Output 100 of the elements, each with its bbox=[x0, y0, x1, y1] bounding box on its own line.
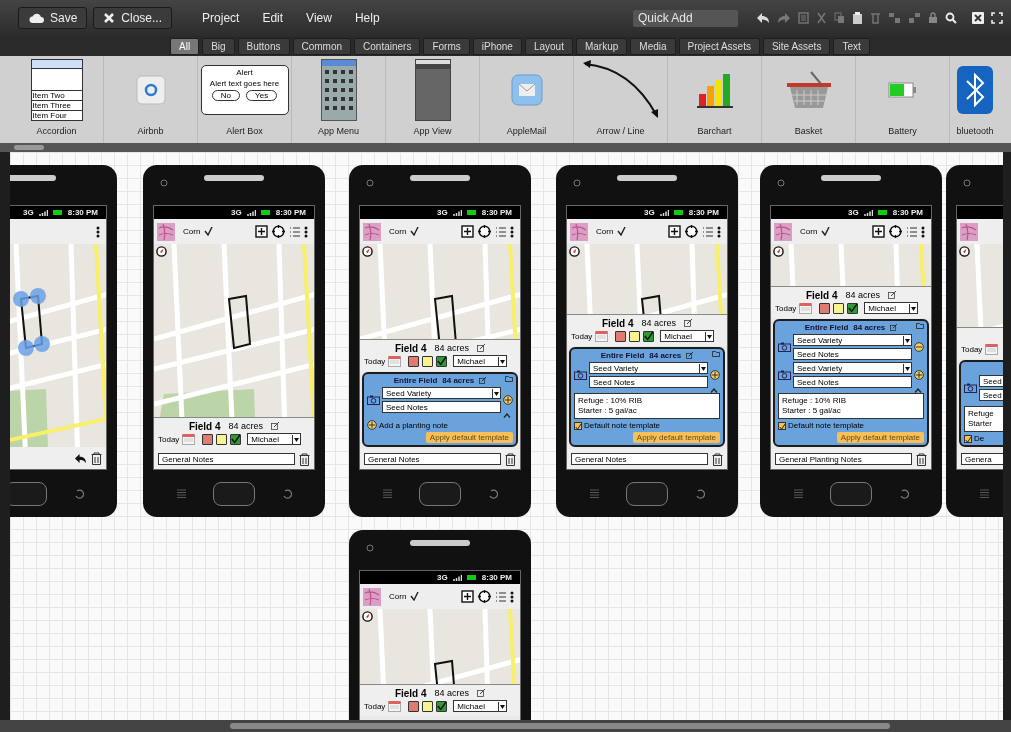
status-swatch[interactable] bbox=[615, 330, 627, 342]
status-swatch[interactable] bbox=[408, 355, 420, 367]
general-notes-field[interactable]: General Notes bbox=[158, 453, 295, 465]
back-key-icon[interactable] bbox=[281, 488, 292, 499]
add-icon[interactable] bbox=[668, 225, 681, 238]
general-notes-field[interactable]: General Notes bbox=[571, 453, 708, 465]
trash-icon[interactable] bbox=[91, 451, 102, 465]
menu-dots-icon[interactable] bbox=[921, 225, 925, 238]
category-tab[interactable]: Text bbox=[833, 37, 870, 55]
locate-icon[interactable] bbox=[478, 590, 491, 603]
person-dropdown[interactable]: Michael bbox=[453, 355, 508, 367]
category-tab[interactable]: Buttons bbox=[237, 37, 290, 55]
menu-item[interactable]: Project bbox=[202, 11, 240, 25]
calendar-icon[interactable] bbox=[182, 433, 196, 445]
note-text-area[interactable]: Refuge : 10% RIB Starter : 5 gal/ac bbox=[778, 393, 924, 419]
menu-dots-icon[interactable] bbox=[510, 225, 514, 238]
checkbox[interactable] bbox=[778, 421, 786, 430]
person-dropdown[interactable]: Michael bbox=[864, 302, 919, 314]
apply-template-button[interactable]: Apply default template bbox=[632, 432, 720, 443]
checkbox[interactable] bbox=[574, 421, 582, 430]
trash-icon[interactable] bbox=[299, 452, 310, 466]
seed-notes-field[interactable]: Seed bbox=[979, 389, 1003, 401]
general-notes-field[interactable]: General Planting Notes bbox=[775, 453, 912, 465]
crop-dropdown[interactable]: Corn bbox=[389, 592, 407, 601]
note-text-area[interactable]: Refuge Starter bbox=[964, 406, 1003, 432]
phone-mockup[interactable]: 3G 8:30 PM bbox=[10, 165, 117, 517]
category-tab[interactable]: Big bbox=[202, 37, 235, 55]
add-note-link[interactable]: Add a planting note bbox=[379, 420, 448, 430]
apply-template-button[interactable]: Apply default template bbox=[425, 432, 513, 443]
phone-mockup[interactable] bbox=[760, 165, 942, 517]
edit-icon[interactable] bbox=[477, 689, 486, 697]
home-button[interactable] bbox=[625, 481, 668, 506]
menu-key-icon[interactable] bbox=[176, 488, 186, 499]
menu-key-icon[interactable] bbox=[589, 488, 599, 499]
home-button[interactable] bbox=[418, 481, 461, 506]
edit-icon[interactable] bbox=[888, 291, 897, 299]
add-circle-icon[interactable] bbox=[710, 370, 720, 380]
collapse-caret-icon[interactable] bbox=[710, 388, 718, 393]
category-tab[interactable]: Media bbox=[630, 37, 676, 55]
remove-circle-icon[interactable] bbox=[914, 342, 924, 352]
back-key-icon[interactable] bbox=[694, 488, 705, 499]
library-item[interactable]: Airbnb bbox=[104, 56, 198, 143]
edit-icon[interactable] bbox=[479, 376, 487, 384]
seed-variety-dropdown[interactable]: Seed Variety bbox=[589, 362, 708, 374]
camera-icon[interactable] bbox=[778, 370, 791, 380]
general-notes-field[interactable]: Genera bbox=[961, 453, 1003, 465]
status-swatch[interactable] bbox=[436, 355, 448, 367]
folder-icon[interactable] bbox=[505, 375, 513, 382]
add-circle-icon[interactable] bbox=[914, 370, 924, 380]
locate-icon[interactable] bbox=[478, 225, 491, 238]
menu-dots-icon[interactable] bbox=[510, 590, 514, 603]
status-swatch[interactable] bbox=[202, 433, 214, 445]
category-tab[interactable]: Common bbox=[292, 37, 352, 55]
compass-icon[interactable] bbox=[362, 611, 373, 622]
status-swatch[interactable] bbox=[847, 302, 859, 314]
status-swatch[interactable] bbox=[422, 700, 434, 712]
library-item[interactable]: AppleMail bbox=[480, 56, 574, 143]
status-swatch[interactable] bbox=[436, 700, 448, 712]
document-icon[interactable] bbox=[798, 12, 809, 24]
compass-icon[interactable] bbox=[959, 246, 970, 257]
person-dropdown[interactable]: Michael bbox=[660, 330, 715, 342]
horizontal-scrollbar[interactable] bbox=[0, 720, 1011, 732]
calendar-icon[interactable] bbox=[595, 330, 609, 342]
folder-icon[interactable] bbox=[916, 322, 924, 329]
menu-item[interactable]: View bbox=[306, 11, 332, 25]
edit-icon[interactable] bbox=[477, 344, 486, 352]
add-circle-icon[interactable] bbox=[367, 420, 377, 430]
general-notes-field[interactable]: General Notes bbox=[364, 453, 501, 465]
library-item[interactable]: Alert Alert text goes here No Yes Alert Box bbox=[198, 56, 292, 143]
camera-icon[interactable] bbox=[778, 342, 791, 352]
calendar-icon[interactable] bbox=[799, 302, 813, 314]
vertex-handles[interactable] bbox=[13, 288, 50, 356]
menu-key-icon[interactable] bbox=[382, 488, 392, 499]
edit-icon[interactable] bbox=[890, 323, 898, 331]
compass-icon[interactable] bbox=[156, 246, 167, 257]
add-icon[interactable] bbox=[461, 590, 474, 603]
toolbar-button[interactable]: Close... bbox=[93, 7, 173, 29]
camera-icon[interactable] bbox=[964, 383, 977, 393]
compass-icon[interactable] bbox=[362, 246, 373, 257]
library-item[interactable]: App Menu bbox=[292, 56, 386, 143]
crop-dropdown[interactable]: Corn bbox=[389, 227, 407, 236]
status-swatch[interactable] bbox=[833, 302, 845, 314]
crop-dropdown[interactable]: Corn bbox=[183, 227, 201, 236]
status-swatch[interactable] bbox=[408, 700, 420, 712]
seed-variety-dropdown[interactable]: Seed Variety bbox=[793, 334, 912, 346]
calendar-icon[interactable] bbox=[388, 700, 402, 712]
menu-dots-icon[interactable] bbox=[304, 225, 308, 238]
add-icon[interactable] bbox=[461, 225, 474, 238]
seed-variety-dropdown[interactable]: Seed Variety bbox=[382, 387, 501, 399]
phone-mockup[interactable]: 3G 8:30 PM Corn Field 4 84 acres Today Michael bbox=[349, 530, 531, 720]
crop-dropdown[interactable]: Corn bbox=[800, 227, 818, 236]
edit-icon[interactable] bbox=[686, 351, 694, 359]
menu-item[interactable]: Edit bbox=[262, 11, 284, 25]
toolbar-button[interactable]: Save bbox=[18, 7, 88, 29]
status-swatch[interactable] bbox=[629, 330, 641, 342]
add-icon[interactable] bbox=[255, 225, 268, 238]
trash-icon[interactable] bbox=[505, 452, 516, 466]
home-button[interactable] bbox=[10, 481, 47, 506]
redo-icon[interactable] bbox=[777, 12, 791, 24]
category-tab[interactable]: Forms bbox=[423, 37, 470, 55]
